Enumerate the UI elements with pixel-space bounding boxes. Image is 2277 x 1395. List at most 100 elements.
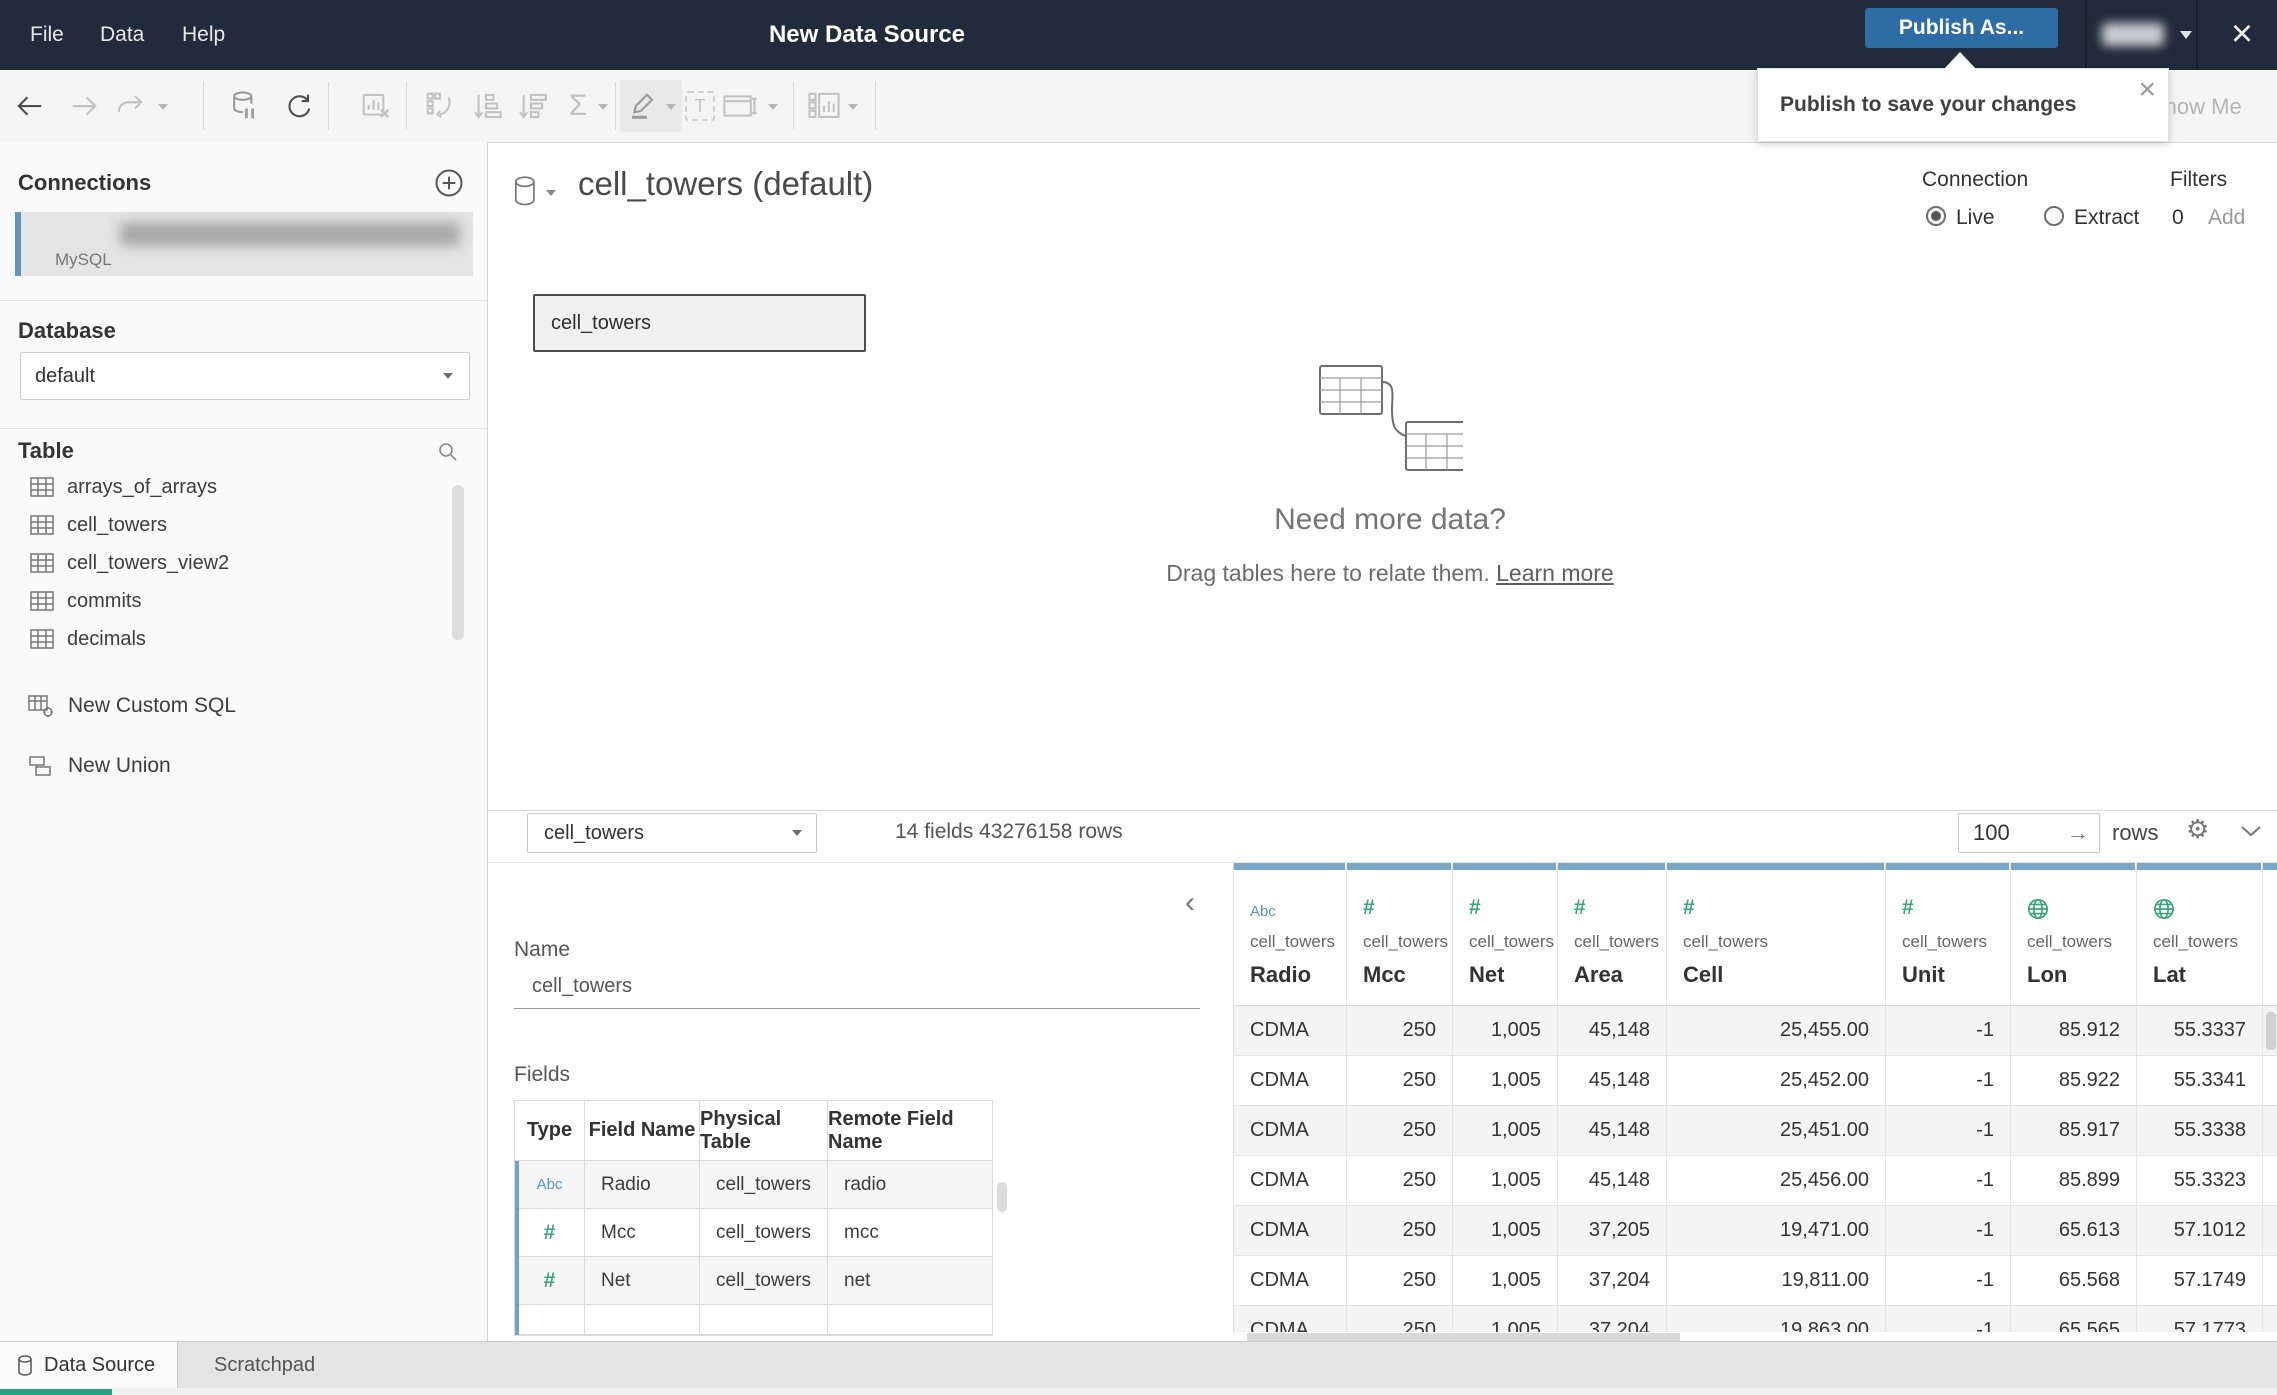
row-count-box: → bbox=[1958, 813, 2100, 853]
new-union-button[interactable]: New Union bbox=[0, 746, 440, 786]
apply-rows-arrow-icon[interactable]: → bbox=[2067, 820, 2089, 846]
grid-col-lon[interactable]: cell_towers Lon bbox=[2011, 863, 2137, 1005]
grid-col-mcc[interactable]: # cell_towers Mcc bbox=[1347, 863, 1453, 1005]
fit-selector-icon[interactable] bbox=[722, 88, 758, 124]
show-me-caret-icon[interactable] bbox=[848, 104, 858, 110]
row-count-input[interactable] bbox=[1959, 819, 2055, 847]
text-label-icon[interactable]: T bbox=[682, 88, 718, 124]
tab-data-source[interactable]: Data Source bbox=[0, 1342, 178, 1389]
sort-descending-icon[interactable] bbox=[513, 88, 549, 124]
grid-col-net[interactable]: # cell_towers Net bbox=[1453, 863, 1558, 1005]
database-select[interactable]: default bbox=[20, 352, 470, 400]
col-source: cell_towers bbox=[1902, 932, 1988, 951]
physical-table: cell_towers bbox=[700, 1257, 828, 1305]
add-connection-button[interactable] bbox=[434, 168, 464, 203]
text-glyph: T bbox=[685, 91, 715, 121]
live-radio[interactable] bbox=[1926, 206, 1946, 231]
grid-cell: 1,005 bbox=[1453, 1106, 1558, 1156]
menu-file[interactable]: File bbox=[30, 0, 64, 70]
fields-rows-summary: 14 fields 43276158 rows bbox=[895, 820, 1123, 843]
totals-icon[interactable]: Σ bbox=[560, 88, 596, 124]
clear-sheet-icon[interactable] bbox=[358, 88, 394, 124]
sort-ascending-icon[interactable] bbox=[468, 88, 504, 124]
sidebar-separator bbox=[0, 428, 487, 429]
undo-button[interactable] bbox=[12, 88, 48, 124]
grid-col-unit[interactable]: # cell_towers Unit bbox=[1886, 863, 2011, 1005]
grid-cell: CDMA bbox=[1234, 1206, 1347, 1256]
extract-radio[interactable] bbox=[2044, 206, 2064, 231]
replay-caret-icon[interactable] bbox=[158, 104, 168, 110]
table-title: Table bbox=[18, 438, 74, 463]
grid-table-select[interactable]: cell_towers bbox=[527, 813, 817, 853]
redo-button[interactable] bbox=[66, 88, 102, 124]
grid-cell: 1,005 bbox=[1453, 1206, 1558, 1256]
name-value[interactable]: cell_towers bbox=[532, 975, 632, 998]
tab-label: Data Source bbox=[44, 1354, 156, 1376]
grid-cell: 65.613 bbox=[2011, 1206, 2137, 1256]
tooltip-close-icon[interactable]: × bbox=[2138, 73, 2156, 107]
sidebar-item-cell-towers-view2[interactable]: cell_towers_view2 bbox=[0, 544, 440, 582]
fit-caret-icon[interactable] bbox=[768, 104, 778, 110]
filters-add-button[interactable]: Add bbox=[2208, 206, 2245, 230]
new-custom-sql-button[interactable]: New Custom SQL bbox=[0, 686, 440, 726]
window-close-button[interactable]: × bbox=[2220, 8, 2264, 60]
field-row[interactable]: Abc Radio cell_towers radio bbox=[515, 1161, 992, 1209]
grid-cell: 25,455.00 bbox=[1667, 1006, 1886, 1056]
toolbar-separator bbox=[328, 82, 329, 130]
user-profile-redacted[interactable] bbox=[2102, 23, 2164, 46]
publish-as-button[interactable]: Publish As... bbox=[1865, 8, 2058, 48]
highlight-pen-icon[interactable] bbox=[624, 88, 660, 124]
datasource-caret-icon[interactable] bbox=[546, 190, 556, 196]
menu-data[interactable]: Data bbox=[100, 0, 144, 70]
sidebar-scrollbar[interactable] bbox=[452, 485, 464, 640]
gear-icon[interactable]: ⚙ bbox=[2186, 814, 2209, 845]
show-me-icon[interactable] bbox=[806, 88, 842, 124]
connection-item[interactable]: MySQL bbox=[15, 212, 473, 276]
title-bar: File Data Help New Data Source Publish A… bbox=[0, 0, 2277, 70]
menu-help[interactable]: Help bbox=[182, 0, 225, 70]
sidebar-item-commits[interactable]: commits bbox=[0, 582, 440, 620]
grid-col-area[interactable]: # cell_towers Area bbox=[1558, 863, 1667, 1005]
col-source: cell_towers bbox=[1469, 932, 1555, 951]
field-row[interactable]: # Mcc cell_towers mcc bbox=[515, 1209, 992, 1257]
swap-rows-columns-icon[interactable] bbox=[422, 88, 458, 124]
grid-cell: CDMA bbox=[1234, 1106, 1347, 1156]
field-row[interactable]: # Net cell_towers net bbox=[515, 1257, 992, 1305]
toolbar-separator bbox=[793, 82, 794, 130]
fields-table: Type Field Name Physical Table Remote Fi… bbox=[514, 1100, 993, 1336]
col-source: cell_towers bbox=[2027, 932, 2113, 951]
extract-label[interactable]: Extract bbox=[2074, 206, 2139, 230]
grid-col-radio[interactable]: Abc cell_towers Radio bbox=[1234, 863, 1347, 1005]
refresh-icon[interactable] bbox=[280, 88, 316, 124]
sidebar-item-decimals[interactable]: decimals bbox=[0, 620, 440, 658]
pause-updates-icon[interactable] bbox=[226, 88, 262, 124]
grid-cell: 25,456.00 bbox=[1667, 1156, 1886, 1206]
grid-cell: 250 bbox=[1347, 1106, 1453, 1156]
globe-icon bbox=[2154, 899, 2174, 919]
grid-col-lat[interactable]: cell_towers Lat bbox=[2137, 863, 2263, 1005]
sidebar-item-arrays-of-arrays[interactable]: arrays_of_arrays bbox=[0, 468, 440, 506]
canvas-table-node[interactable]: cell_towers bbox=[533, 294, 866, 352]
tab-scratchpad[interactable]: Scratchpad bbox=[178, 1342, 315, 1389]
filters-count: 0 bbox=[2172, 206, 2184, 229]
datasource-db-icon[interactable] bbox=[512, 175, 540, 214]
collapse-grid-chevron-icon[interactable] bbox=[2238, 822, 2264, 845]
profile-caret-icon[interactable] bbox=[2180, 31, 2192, 39]
table-item-label: arrays_of_arrays bbox=[67, 475, 218, 498]
totals-caret-icon[interactable] bbox=[598, 104, 608, 110]
grid-cell: 19,863.00 bbox=[1667, 1306, 1886, 1332]
grid-vertical-scrollbar[interactable] bbox=[2266, 1012, 2276, 1050]
fields-scrollbar[interactable] bbox=[997, 1182, 1007, 1212]
physical-table: cell_towers bbox=[700, 1161, 828, 1209]
replay-button[interactable] bbox=[112, 88, 148, 124]
highlight-caret-icon[interactable] bbox=[666, 104, 676, 110]
sidebar-item-cell-towers[interactable]: cell_towers bbox=[0, 506, 440, 544]
learn-more-link[interactable]: Learn more bbox=[1496, 560, 1614, 586]
grid-row: CDMA 250 1,005 37,204 19,811.00 -1 65.56… bbox=[1234, 1256, 2277, 1306]
grid-cell: -1 bbox=[1886, 1106, 2011, 1156]
collapse-panel-chevron[interactable]: ‹ bbox=[1185, 886, 1195, 920]
col-name: Cell bbox=[1683, 962, 1724, 987]
search-icon[interactable] bbox=[436, 440, 460, 469]
live-label[interactable]: Live bbox=[1956, 206, 1995, 230]
grid-col-cell[interactable]: # cell_towers Cell bbox=[1667, 863, 1886, 1005]
